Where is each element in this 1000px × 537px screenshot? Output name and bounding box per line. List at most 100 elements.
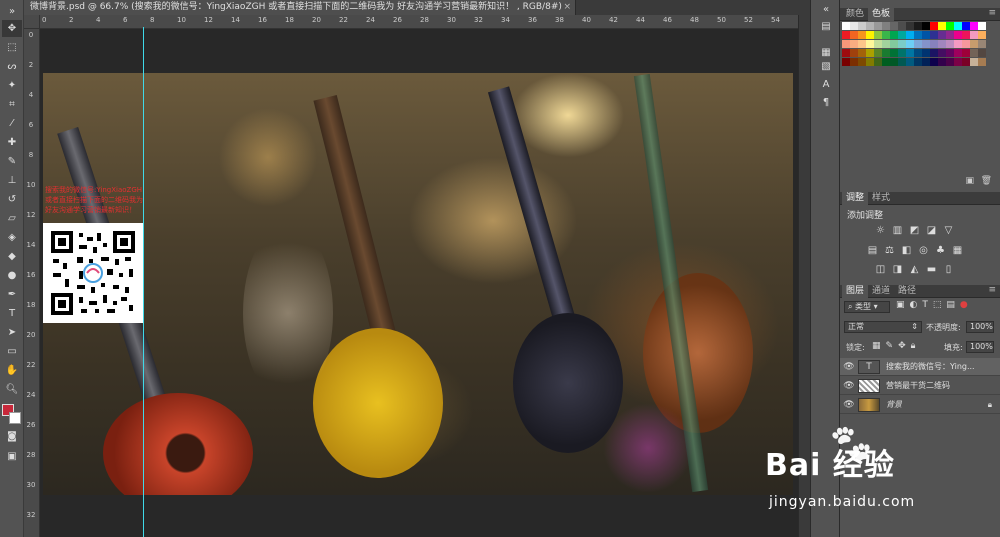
color-swatch[interactable]: [874, 49, 882, 57]
color-swatch[interactable]: [938, 49, 946, 57]
color-swatch[interactable]: [890, 58, 898, 66]
color-swatch[interactable]: [898, 22, 906, 30]
properties-panel-icon[interactable]: ▦: [818, 46, 834, 60]
color-swatch[interactable]: [922, 40, 930, 48]
color-swatch[interactable]: [850, 40, 858, 48]
color-swatch[interactable]: [978, 40, 986, 48]
photo-filter-icon[interactable]: ◎: [917, 245, 930, 257]
color-swatch[interactable]: [858, 31, 866, 39]
smart-filter-icon[interactable]: ▤: [946, 300, 955, 310]
brush-tool-icon[interactable]: ✎: [2, 153, 22, 170]
color-swatch[interactable]: [890, 31, 898, 39]
color-swatch[interactable]: [882, 58, 890, 66]
levels-icon[interactable]: ▥: [891, 225, 904, 237]
color-swatch[interactable]: [882, 22, 890, 30]
color-swatch[interactable]: [898, 40, 906, 48]
color-swatch[interactable]: [842, 58, 850, 66]
color-swatch[interactable]: [938, 22, 946, 30]
color-swatch[interactable]: [866, 40, 874, 48]
history-brush-icon[interactable]: ↺: [2, 191, 22, 208]
tab-paths[interactable]: 路径: [894, 285, 920, 298]
layers-menu-icon[interactable]: ≡: [988, 285, 996, 295]
color-swatch[interactable]: [890, 22, 898, 30]
layer-row[interactable]: 👁︎ T 搜索我的微信号：Ying...: [840, 358, 1000, 376]
close-tab-icon[interactable]: ×: [563, 0, 571, 15]
collapse-icon[interactable]: »: [2, 3, 22, 20]
tab-swatches[interactable]: 色板: [868, 8, 895, 21]
type-tool-icon[interactable]: T: [2, 305, 22, 322]
color-swatch[interactable]: [938, 40, 946, 48]
adjustment-filter-icon[interactable]: ◐: [910, 300, 918, 310]
tab-adjustments[interactable]: 调整: [842, 192, 869, 205]
balance-icon[interactable]: ⚖: [883, 245, 896, 257]
color-swatch[interactable]: [970, 31, 978, 39]
color-swatch[interactable]: [914, 22, 922, 30]
filter-toggle-icon[interactable]: ●: [960, 300, 968, 310]
color-swatch[interactable]: [914, 58, 922, 66]
color-swatch[interactable]: [922, 31, 930, 39]
color-swatch[interactable]: [858, 22, 866, 30]
blur-tool-icon[interactable]: ◆: [2, 248, 22, 265]
color-swatch[interactable]: [874, 58, 882, 66]
color-swatch[interactable]: [906, 31, 914, 39]
panel-menu-icon[interactable]: ≡: [988, 8, 996, 18]
color-swatch[interactable]: [850, 58, 858, 66]
paint-bucket-icon[interactable]: ◈: [2, 229, 22, 246]
character-panel-icon[interactable]: A: [818, 78, 834, 92]
color-swatch[interactable]: [970, 49, 978, 57]
hand-tool-icon[interactable]: ✋: [2, 362, 22, 379]
color-swatch[interactable]: [922, 58, 930, 66]
color-swatch[interactable]: [874, 40, 882, 48]
color-swatch[interactable]: [890, 49, 898, 57]
color-swatch[interactable]: [858, 58, 866, 66]
color-swatch[interactable]: [842, 49, 850, 57]
collapse-panels-icon[interactable]: «: [818, 3, 834, 17]
quick-mask-icon[interactable]: ◙: [2, 428, 22, 445]
magic-wand-icon[interactable]: ✦: [2, 77, 22, 94]
color-swatch[interactable]: [962, 22, 970, 30]
color-swatch[interactable]: [914, 49, 922, 57]
color-swatch[interactable]: [962, 49, 970, 57]
delete-swatch-icon[interactable]: 🗑︎: [981, 176, 992, 186]
color-swatch[interactable]: [882, 49, 890, 57]
color-swatch[interactable]: [906, 40, 914, 48]
color-swatch[interactable]: [906, 49, 914, 57]
color-swatch[interactable]: [930, 31, 938, 39]
color-swatch[interactable]: [954, 22, 962, 30]
info-panel-icon[interactable]: ▧: [818, 60, 834, 74]
color-swatch[interactable]: [946, 40, 954, 48]
gradient-map-icon[interactable]: ▬: [925, 264, 938, 276]
color-swatch[interactable]: [946, 22, 954, 30]
color-swatch[interactable]: [850, 31, 858, 39]
eye-icon[interactable]: 👁︎: [840, 362, 858, 372]
color-swatches[interactable]: [2, 402, 22, 426]
vertical-guide-line[interactable]: [143, 27, 144, 537]
bw-icon[interactable]: ◧: [900, 245, 913, 257]
color-swatch[interactable]: [874, 22, 882, 30]
color-swatch[interactable]: [970, 58, 978, 66]
eye-icon[interactable]: 👁︎: [840, 400, 858, 410]
lock-position-icon[interactable]: ✥: [898, 341, 906, 351]
triangle-icon[interactable]: ▽: [942, 225, 955, 237]
tab-styles[interactable]: 样式: [868, 192, 894, 205]
color-swatch[interactable]: [914, 31, 922, 39]
color-swatch[interactable]: [914, 40, 922, 48]
paragraph-panel-icon[interactable]: ¶: [818, 96, 834, 110]
lookup-icon[interactable]: ▦: [951, 245, 964, 257]
screen-mode-icon[interactable]: ▣: [2, 448, 22, 465]
tab-color[interactable]: 颜色: [842, 8, 868, 21]
color-swatch[interactable]: [962, 40, 970, 48]
layer-row[interactable]: 👁︎ 营销最干货二维码: [840, 377, 1000, 395]
color-swatch[interactable]: [962, 58, 970, 66]
stamp-tool-icon[interactable]: ⊥: [2, 172, 22, 189]
ruler-origin[interactable]: [24, 15, 40, 29]
eye-icon[interactable]: 👁︎: [840, 381, 858, 391]
color-swatch[interactable]: [898, 49, 906, 57]
color-swatch[interactable]: [858, 49, 866, 57]
background-color[interactable]: [9, 412, 21, 424]
color-swatch[interactable]: [898, 58, 906, 66]
exposure-icon[interactable]: ◪: [925, 225, 938, 237]
fill-input[interactable]: 100%: [966, 341, 994, 353]
history-panel-icon[interactable]: ▤: [818, 20, 834, 34]
color-swatch[interactable]: [922, 22, 930, 30]
